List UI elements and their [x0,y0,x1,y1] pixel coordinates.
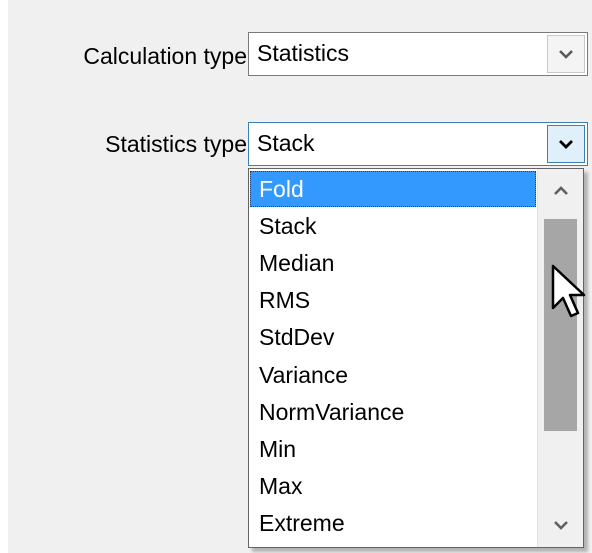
statistics-type-dropdown-button[interactable] [547,125,585,163]
scroll-thumb[interactable] [544,219,577,431]
dropdown-option-rms[interactable]: RMS [250,282,536,318]
dropdown-option-max[interactable]: Max [250,468,536,504]
calculation-type-value: Statistics [257,40,350,66]
dropdown-option-extreme[interactable]: Extreme [250,505,536,541]
dropdown-option-fold[interactable]: Fold [250,171,536,207]
mouse-pointer-icon [551,264,586,318]
dropdown-option-normvariance[interactable]: NormVariance [250,394,536,430]
chevron-down-icon [559,140,573,149]
calculation-type-label: Calculation type [83,43,247,69]
dropdown-option-stack[interactable]: Stack [250,208,536,244]
dropdown-option-variance[interactable]: Variance [250,357,536,393]
dropdown-scrollbar[interactable] [537,169,583,547]
chevron-down-icon [559,50,573,59]
scroll-down-button[interactable] [538,503,583,547]
statistics-type-dropdown-list: Fold Stack Median RMS StdDev Variance No… [248,168,584,548]
statistics-type-value: Stack [257,130,315,156]
chevron-down-icon [553,521,568,530]
statistics-type-select[interactable]: Stack [248,122,588,166]
statistics-type-label: Statistics type [105,131,247,157]
scroll-up-button[interactable] [538,169,583,213]
dropdown-option-median[interactable]: Median [250,245,536,281]
dropdown-option-min[interactable]: Min [250,431,536,467]
calculation-type-select[interactable]: Statistics [248,32,588,76]
dropdown-option-stddev[interactable]: StdDev [250,319,536,355]
chevron-up-icon [553,186,568,195]
calculation-type-dropdown-button[interactable] [547,35,585,73]
